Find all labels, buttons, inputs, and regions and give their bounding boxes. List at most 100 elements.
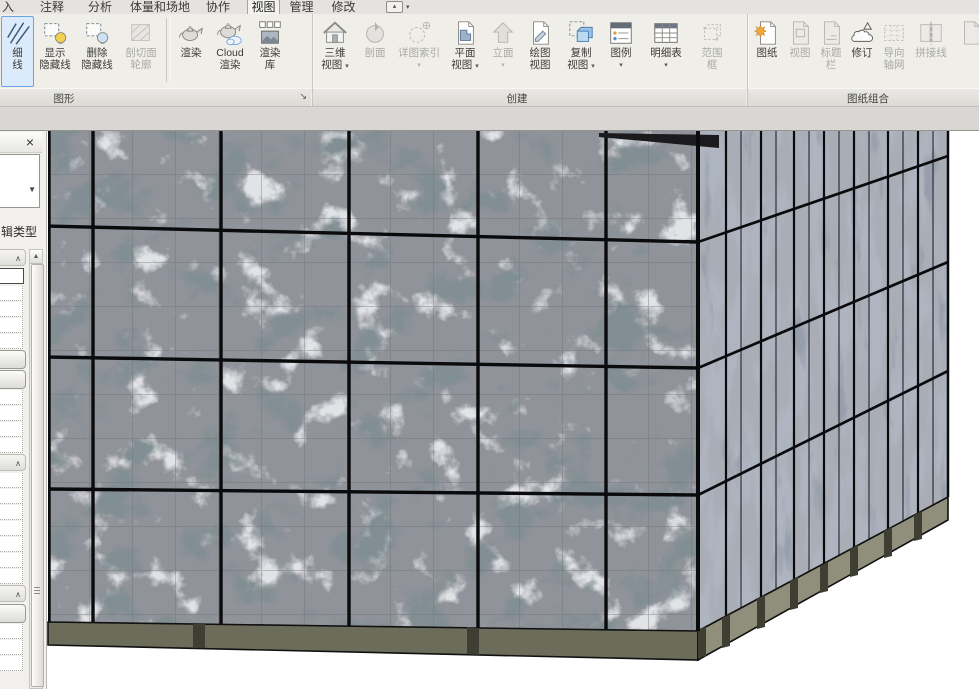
property-field[interactable] bbox=[0, 569, 23, 584]
property-group-header[interactable]: ∧ bbox=[0, 454, 26, 471]
property-field[interactable] bbox=[0, 473, 23, 488]
property-field[interactable] bbox=[0, 505, 23, 520]
property-field[interactable] bbox=[0, 553, 23, 568]
ribbon-button-thin-lines[interactable]: 细线 bbox=[1, 16, 34, 87]
ribbon-panel-2: 图纸视图标题栏修订导向轴网拼接线图纸组合 bbox=[748, 14, 979, 106]
property-field[interactable] bbox=[0, 422, 23, 437]
property-field[interactable] bbox=[0, 286, 23, 301]
ribbon-button-plan-views[interactable]: 平面视图 ▾ bbox=[444, 16, 486, 87]
chevron-down-icon: ▾ bbox=[345, 63, 349, 70]
chevron-down-icon: ▾ bbox=[475, 63, 479, 70]
viewport-3d[interactable] bbox=[46, 130, 979, 689]
ribbon-button-label: 渲染 bbox=[220, 60, 241, 72]
ribbon-state-toggle-button[interactable]: ▴▾ bbox=[386, 1, 410, 13]
property-field[interactable] bbox=[0, 521, 23, 536]
render-icon bbox=[177, 19, 205, 47]
ribbon-button-label: 三维 bbox=[325, 48, 346, 60]
building-right-face bbox=[698, 131, 948, 631]
panel-toggle-icon: ▴ bbox=[386, 1, 403, 13]
property-group-header[interactable]: ∧ bbox=[0, 249, 26, 266]
ribbon-button-label: 图例 bbox=[611, 48, 632, 60]
close-icon[interactable]: × bbox=[26, 133, 34, 151]
ribbon-button-label: 导向 bbox=[884, 48, 905, 60]
property-field[interactable] bbox=[0, 334, 23, 349]
ribbon-button-remove-hidden-lines[interactable]: 删除隐藏线 bbox=[76, 16, 118, 87]
ribbon-panel-label: 图纸组合 bbox=[847, 91, 889, 106]
chevron-down-icon: ▾ bbox=[664, 60, 668, 72]
ribbon-button-label: 明细表 bbox=[650, 48, 682, 60]
property-field[interactable] bbox=[0, 406, 23, 421]
remove-hidden-lines-icon bbox=[83, 19, 111, 47]
ribbon-button-elevation: 立面▾ bbox=[486, 16, 520, 87]
property-field[interactable] bbox=[0, 624, 23, 639]
property-field[interactable] bbox=[0, 390, 23, 405]
ribbon-button-label: 视图 ▾ bbox=[567, 60, 594, 73]
property-field[interactable] bbox=[0, 656, 23, 671]
ribbon: 细线显示隐藏线删除隐藏线剖切面轮廓渲染Cloud渲染渲染库图形↘三维视图 ▾剖面… bbox=[0, 14, 979, 107]
property-button[interactable] bbox=[0, 350, 26, 369]
ribbon-panel-label-bar: 图形↘ bbox=[0, 88, 311, 106]
property-field[interactable] bbox=[0, 640, 23, 655]
tab-view[interactable]: 视图 bbox=[247, 0, 280, 14]
render-in-cloud-icon bbox=[216, 19, 244, 47]
ribbon-button-label: 修订 bbox=[852, 48, 873, 60]
property-field[interactable] bbox=[0, 318, 23, 333]
ribbon-button-render-in-cloud[interactable]: Cloud渲染 bbox=[209, 16, 251, 87]
ribbon-button-revisions[interactable]: 修订 bbox=[847, 16, 877, 87]
property-field[interactable] bbox=[0, 537, 23, 552]
ribbon-button-sheet[interactable]: 图纸 bbox=[749, 16, 785, 87]
ribbon-button-schedules[interactable]: 明细表▾ bbox=[640, 16, 692, 87]
drafting-view-icon bbox=[526, 19, 554, 47]
tab-annotate[interactable]: 注释 bbox=[38, 0, 66, 14]
title-block-icon bbox=[817, 19, 845, 47]
ribbon-button-render[interactable]: 渲染 bbox=[173, 16, 209, 87]
property-field[interactable] bbox=[0, 438, 23, 453]
chevron-down-icon: ▾ bbox=[406, 3, 410, 11]
chevron-down-icon: ▾ bbox=[501, 60, 505, 72]
matchline-icon bbox=[917, 19, 945, 47]
section-icon bbox=[361, 19, 389, 47]
scrollbar-grip-icon bbox=[34, 587, 40, 596]
ribbon-panel-1: 三维视图 ▾剖面详图索引▾平面视图 ▾立面▾绘图视图复制视图 ▾图例▾明细表▾范… bbox=[313, 14, 746, 106]
tab-massing-site[interactable]: 体量和场地 bbox=[130, 0, 190, 14]
ribbon-button-default-3d-view[interactable]: 三维视图 ▾ bbox=[314, 16, 356, 87]
property-button[interactable] bbox=[0, 370, 26, 389]
ribbon-button-show-hidden-lines[interactable]: 显示隐藏线 bbox=[34, 16, 76, 87]
show-hidden-lines-icon bbox=[41, 19, 69, 47]
property-field[interactable] bbox=[0, 268, 24, 284]
property-button[interactable] bbox=[0, 604, 26, 623]
ribbon-button-render-gallery[interactable]: 渲染库 bbox=[251, 16, 289, 87]
ribbon-button-label: 删除 bbox=[87, 48, 108, 60]
tab-insert[interactable]: 入 bbox=[0, 0, 16, 14]
ribbon-panel-label-bar: 图纸组合 bbox=[748, 88, 979, 106]
tab-modify[interactable]: 修改 bbox=[329, 0, 358, 14]
ribbon-button-duplicate-view[interactable]: 复制视图 ▾ bbox=[560, 16, 602, 87]
ribbon-button-callout: 详图索引▾ bbox=[394, 16, 444, 87]
tab-collaborate[interactable]: 协作 bbox=[204, 0, 232, 14]
ribbon-tab-bar: 入 注释 分析 体量和场地协作 视图管理修改 ▴▾ bbox=[0, 0, 979, 14]
scroll-up-icon[interactable]: ▲ bbox=[30, 250, 42, 264]
ribbon-button-label: 视图 ▾ bbox=[321, 60, 348, 73]
tab-manage[interactable]: 管理 bbox=[287, 0, 316, 14]
properties-panel-titlebar: × bbox=[0, 132, 42, 153]
viewport-icon bbox=[786, 19, 814, 47]
ribbon-button-legends[interactable]: 图例▾ bbox=[602, 16, 640, 87]
ribbon-button-drafting-view[interactable]: 绘图视图 bbox=[520, 16, 560, 87]
property-group-header[interactable]: ∧ bbox=[0, 585, 26, 602]
property-field[interactable] bbox=[0, 302, 23, 317]
ribbon-button-label: 视图 ▾ bbox=[451, 60, 478, 73]
building-front-face bbox=[47, 131, 698, 633]
tab-analyze[interactable]: 分析 bbox=[86, 0, 114, 14]
thin-lines-icon bbox=[4, 19, 32, 47]
cut-profile-icon bbox=[127, 19, 155, 47]
scrollbar-thumb[interactable] bbox=[31, 264, 44, 687]
edit-type-button[interactable]: 辑类型 bbox=[1, 223, 37, 240]
property-field[interactable] bbox=[0, 489, 23, 504]
dialog-launcher-icon[interactable]: ↘ bbox=[299, 91, 307, 102]
ribbon-button-label: 详图索引 bbox=[398, 48, 440, 60]
ribbon-button-scope-box: 范围框 bbox=[692, 16, 732, 87]
properties-scrollbar[interactable]: ▲ bbox=[29, 249, 43, 689]
ribbon-panel-0: 细线显示隐藏线删除隐藏线剖切面轮廓渲染Cloud渲染渲染库图形↘ bbox=[0, 14, 311, 106]
type-selector-dropdown[interactable]: ▼ bbox=[0, 154, 40, 208]
ribbon-button-guide-grid: 导向轴网 bbox=[877, 16, 911, 87]
